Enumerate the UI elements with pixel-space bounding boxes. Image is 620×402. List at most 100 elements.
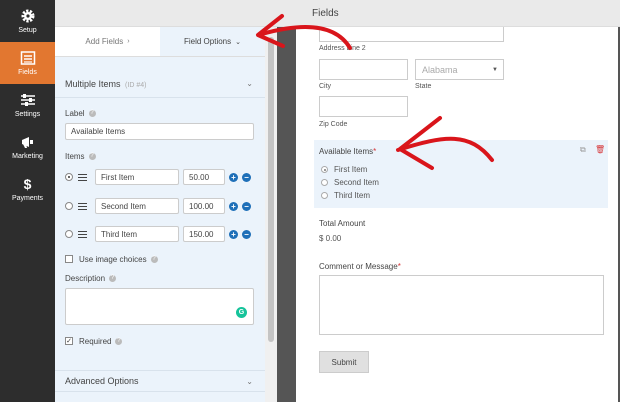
- description-textarea[interactable]: [65, 288, 254, 325]
- top-bar: Fields: [55, 0, 620, 27]
- item-price-input[interactable]: 100.00: [183, 198, 225, 214]
- items-text: Items: [65, 152, 85, 161]
- description-label: Description?: [65, 274, 117, 283]
- item-default-radio[interactable]: [65, 230, 73, 238]
- grammarly-icon[interactable]: G: [236, 307, 247, 318]
- field-options-panel: Add Fields › Field Options ⌄ Multiple It…: [55, 27, 265, 402]
- use-image-choices-label: Use image choices?: [79, 255, 158, 264]
- tab-field-options[interactable]: Field Options ⌄: [160, 27, 265, 56]
- remove-item-button[interactable]: −: [242, 230, 251, 239]
- state-label: State: [415, 83, 432, 90]
- choice-label: Second Item: [334, 178, 379, 187]
- field-id: (ID #4): [125, 81, 147, 89]
- add-item-button[interactable]: +: [229, 230, 238, 239]
- city-input[interactable]: [319, 59, 408, 80]
- choice-radio[interactable]: [321, 192, 328, 199]
- remove-item-button[interactable]: −: [242, 202, 251, 211]
- item-name-input[interactable]: First Item: [95, 169, 179, 185]
- nav-setup[interactable]: Setup: [0, 0, 55, 42]
- item-name-input[interactable]: Second Item: [95, 198, 179, 214]
- help-icon[interactable]: ?: [109, 275, 117, 283]
- nav-settings-label: Settings: [14, 111, 41, 118]
- dollar-icon: $: [23, 176, 32, 192]
- nav-setup-label: Setup: [18, 27, 37, 34]
- add-item-button[interactable]: +: [229, 202, 238, 211]
- remove-item-button[interactable]: −: [242, 173, 251, 182]
- item-price-input[interactable]: 150.00: [183, 226, 225, 242]
- label-text: Label: [65, 109, 85, 118]
- help-icon[interactable]: ?: [115, 338, 123, 346]
- help-icon[interactable]: ?: [88, 153, 96, 161]
- drag-handle-icon[interactable]: [78, 174, 87, 181]
- submit-button[interactable]: Submit: [319, 351, 369, 373]
- choice-label: Third Item: [334, 191, 371, 200]
- fields-list-icon: [20, 50, 36, 66]
- advanced-options-header[interactable]: Advanced Options ⌄: [55, 370, 265, 392]
- nav-payments-label: Payments: [11, 195, 44, 202]
- address-line2-input[interactable]: [319, 27, 504, 42]
- scrollbar-thumb[interactable]: [268, 37, 274, 342]
- add-item-button[interactable]: +: [229, 173, 238, 182]
- nav-marketing-label: Marketing: [12, 153, 43, 160]
- multiple-items-section-header[interactable]: Multiple Items (ID #4) ⌄: [55, 70, 265, 98]
- label-input[interactable]: Available Items: [65, 123, 254, 140]
- help-icon[interactable]: ?: [88, 110, 96, 118]
- total-amount-value: $ 0.00: [319, 234, 342, 243]
- description-text: Description: [65, 274, 106, 283]
- drag-handle-icon[interactable]: [78, 203, 87, 210]
- chevron-right-icon: ›: [127, 38, 130, 45]
- comment-label: Comment or Message*: [319, 262, 401, 271]
- nav-payments[interactable]: $ Payments: [0, 168, 55, 210]
- drag-handle-icon[interactable]: [78, 231, 87, 238]
- help-icon[interactable]: ?: [150, 256, 158, 264]
- tab-add-fields[interactable]: Add Fields ›: [55, 27, 160, 56]
- section-title-text: Multiple Items: [65, 78, 121, 89]
- panel-tabs: Add Fields › Field Options ⌄: [55, 27, 265, 57]
- nav-fields[interactable]: Fields: [0, 42, 55, 84]
- item-default-radio[interactable]: [65, 173, 73, 181]
- form-preview: [296, 27, 618, 402]
- panel-scrollbar[interactable]: [265, 27, 277, 402]
- tab-field-options-label: Field Options: [183, 37, 232, 46]
- state-select[interactable]: Alabama ▼: [415, 59, 504, 80]
- nav-settings[interactable]: Settings: [0, 84, 55, 126]
- chevron-down-icon: ⌄: [246, 376, 253, 386]
- item-price-input[interactable]: 50.00: [183, 169, 225, 185]
- item-default-radio[interactable]: [65, 202, 73, 210]
- caret-down-icon: ▼: [492, 66, 498, 73]
- state-select-value: Alabama: [422, 64, 458, 75]
- comment-textarea[interactable]: [319, 275, 604, 335]
- total-amount-label: Total Amount: [319, 219, 366, 228]
- use-image-choices-checkbox[interactable]: [65, 255, 73, 263]
- collapse-chevron-icon[interactable]: ⌄: [246, 79, 253, 88]
- trash-icon[interactable]: 🗑: [595, 145, 605, 154]
- chevron-down-icon: ⌄: [235, 38, 241, 46]
- sliders-icon: [20, 92, 36, 108]
- duplicate-icon[interactable]: ⧉: [580, 145, 586, 155]
- megaphone-icon: [20, 134, 36, 150]
- gear-icon: [20, 8, 36, 24]
- available-items-label: Available Items*: [319, 147, 376, 156]
- items-field-label: Items?: [65, 152, 96, 161]
- section-title: Multiple Items (ID #4): [65, 79, 146, 89]
- label-field-label: Label?: [65, 109, 96, 118]
- required-checkbox[interactable]: ✓: [65, 337, 73, 345]
- required-label: Required?: [79, 337, 123, 346]
- available-items-text: Available Items: [319, 147, 374, 156]
- advanced-options-label: Advanced Options: [65, 376, 139, 386]
- nav-fields-label: Fields: [18, 69, 37, 76]
- builder-sidebar: Setup Fields Settings Marketing $ Paymen…: [0, 0, 55, 402]
- item-name-input[interactable]: Third Item: [95, 226, 179, 242]
- choice-label: First Item: [334, 165, 368, 174]
- zip-input[interactable]: [319, 96, 408, 117]
- required-mark: *: [397, 262, 401, 271]
- tab-add-fields-label: Add Fields: [85, 37, 124, 46]
- nav-marketing[interactable]: Marketing: [0, 126, 55, 168]
- address-line2-label: Address Line 2: [319, 45, 366, 52]
- required-text: Required: [79, 337, 112, 346]
- zip-label: Zip Code: [319, 121, 348, 128]
- choice-radio[interactable]: [321, 179, 328, 186]
- page-title: Fields: [312, 8, 339, 19]
- comment-text: Comment or Message: [319, 262, 398, 271]
- choice-radio[interactable]: [321, 166, 328, 173]
